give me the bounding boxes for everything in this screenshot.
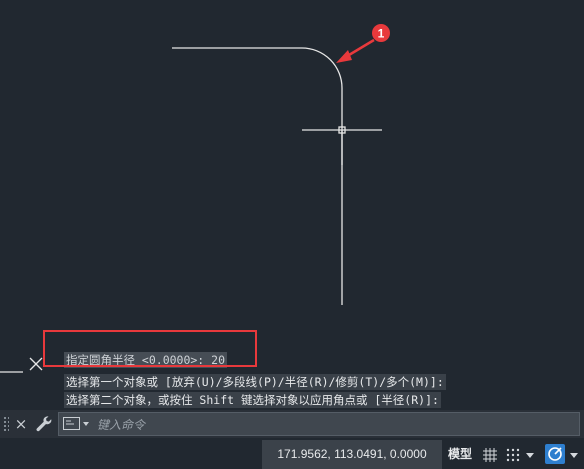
command-input[interactable] [95,415,569,435]
chevron-down-icon[interactable] [525,446,535,464]
grip-handle-icon[interactable] [3,416,9,432]
command-prompt-icon[interactable] [63,417,91,431]
command-line-bar: × [0,410,584,438]
model-space-button[interactable]: 模型 [444,440,476,469]
command-input-area[interactable] [58,412,580,436]
wrench-icon[interactable] [34,414,54,434]
status-bar: 171.9562, 113.0491, 0.0000 模型 [0,440,584,469]
snap-mode-icon[interactable] [504,446,522,464]
chevron-down-icon[interactable] [569,446,579,464]
filleted-corner-line [172,47,343,305]
highlight-box [43,330,257,367]
callout-number: 1 [378,27,385,41]
callout-arrow [336,38,375,63]
grid-icon[interactable] [481,446,499,464]
polar-tracking-icon[interactable] [545,444,565,464]
coordinate-readout[interactable]: 171.9562, 113.0491, 0.0000 [262,440,442,469]
command-history-line: 选择第二个对象，或按住 Shift 键选择对象以应用角点或 [半径(R)]: [64,392,441,408]
close-icon[interactable]: × [12,414,30,434]
command-history-line: 选择第一个对象或 [放弃(U)/多段线(P)/半径(R)/修剪(T)/多个(M)… [64,374,446,390]
